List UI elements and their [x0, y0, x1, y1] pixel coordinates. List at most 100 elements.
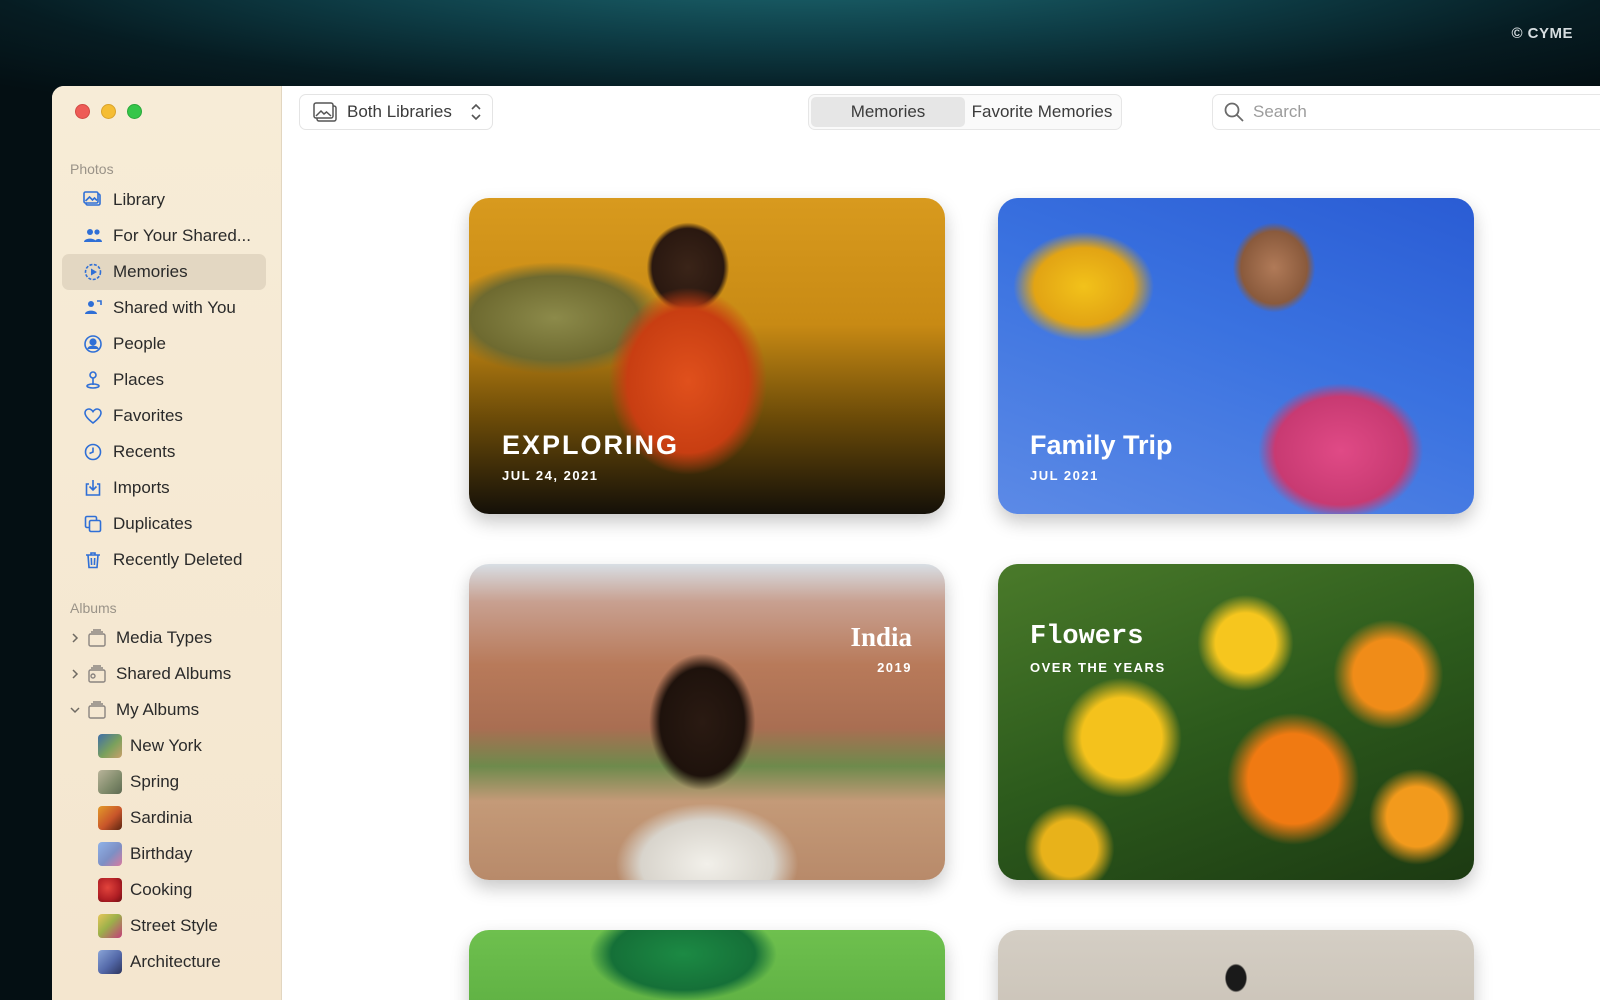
- album-item-birthday[interactable]: Birthday: [62, 836, 266, 872]
- album-label: Birthday: [130, 844, 193, 863]
- album-item-sardinia[interactable]: Sardinia: [62, 800, 266, 836]
- album-group-label: Media Types: [116, 628, 213, 647]
- library-icon: [82, 189, 104, 211]
- main-content: Both Libraries Memories Favorite Memorie…: [282, 86, 1600, 1000]
- sidebar-item-favorites[interactable]: Favorites: [62, 398, 266, 434]
- sidebar-item-label: Memories: [113, 262, 188, 281]
- sidebar-item-recents[interactable]: Recents: [62, 434, 266, 470]
- album-item-spring[interactable]: Spring: [62, 764, 266, 800]
- album-thumbnail: [98, 878, 122, 902]
- album-item-street-style[interactable]: Street Style: [62, 908, 266, 944]
- heart-icon: [82, 405, 104, 427]
- album-thumbnail: [98, 914, 122, 938]
- watermark: © CYME: [1511, 25, 1573, 42]
- search-input[interactable]: [1253, 102, 1553, 122]
- close-button[interactable]: [75, 104, 90, 119]
- sidebar-item-for-your-shared[interactable]: For Your Shared...: [62, 218, 266, 254]
- sidebar-item-label: Recently Deleted: [113, 550, 243, 569]
- shared-with-you-icon: [82, 297, 104, 319]
- album-item-architecture[interactable]: Architecture: [62, 944, 266, 980]
- photos-window: Photos Library For Your Shared... Memori…: [52, 86, 1600, 1000]
- album-label: New York: [130, 736, 202, 755]
- memory-card-family-trip[interactable]: Family Trip JUL 2021: [998, 198, 1474, 514]
- search-icon: [1224, 102, 1244, 122]
- sidebar-item-label: People: [113, 334, 166, 353]
- sidebar-item-label: Library: [113, 190, 165, 209]
- memory-title: EXPLORING: [502, 430, 680, 460]
- memory-subtitle: JUL 24, 2021: [502, 468, 599, 483]
- shared-album-icon: [86, 664, 108, 684]
- updown-chevron-icon: [471, 103, 481, 121]
- zoom-button[interactable]: [127, 104, 142, 119]
- album-thumbnail: [98, 770, 122, 794]
- shared-people-icon: [82, 225, 104, 247]
- memories-icon: [82, 261, 104, 283]
- sidebar-item-label: Favorites: [113, 406, 183, 425]
- pin-icon: [82, 369, 104, 391]
- albums-nav: Media Types Shared Albums My Albums New …: [62, 620, 266, 980]
- sidebar-item-memories[interactable]: Memories: [62, 254, 266, 290]
- memory-title: India: [850, 622, 912, 652]
- album-label: Cooking: [130, 880, 193, 899]
- sidebar-item-label: Recents: [113, 442, 176, 461]
- memory-card-partial-1[interactable]: [469, 930, 945, 1000]
- tab-memories[interactable]: Memories: [811, 97, 965, 127]
- library-picker[interactable]: Both Libraries: [299, 94, 493, 130]
- album-thumbnail: [98, 950, 122, 974]
- album-thumbnail: [98, 842, 122, 866]
- memory-card-partial-2[interactable]: [998, 930, 1474, 1000]
- album-group-shared-albums[interactable]: Shared Albums: [62, 656, 266, 692]
- sidebar-item-duplicates[interactable]: Duplicates: [62, 506, 266, 542]
- sidebar-item-recently-deleted[interactable]: Recently Deleted: [62, 542, 266, 578]
- person-icon: [82, 333, 104, 355]
- memory-subtitle: 2019: [877, 660, 912, 675]
- album-group-label: My Albums: [116, 700, 200, 719]
- photos-section-label: Photos: [70, 161, 114, 177]
- sidebar-item-label: Duplicates: [113, 514, 193, 533]
- sidebar-item-label: Places: [113, 370, 165, 389]
- photos-nav: Library For Your Shared... Memories Shar…: [62, 182, 266, 578]
- memory-title: Flowers: [1030, 622, 1144, 652]
- import-icon: [82, 477, 104, 499]
- album-item-new-york[interactable]: New York: [62, 728, 266, 764]
- album-group-my-albums[interactable]: My Albums: [62, 692, 266, 728]
- album-group-label: Shared Albums: [116, 664, 232, 683]
- album-stack-icon: [86, 628, 108, 648]
- album-stack-icon: [86, 700, 108, 720]
- sidebar-item-label: Shared with You: [113, 298, 236, 317]
- memory-card-exploring[interactable]: EXPLORING JUL 24, 2021: [469, 198, 945, 514]
- memories-segmented-control: Memories Favorite Memories: [808, 94, 1122, 130]
- memory-subtitle: OVER THE YEARS: [1030, 660, 1166, 675]
- memory-subtitle: JUL 2021: [1030, 468, 1099, 483]
- sidebar-item-label: For Your Shared...: [113, 226, 251, 245]
- album-thumbnail: [98, 734, 122, 758]
- library-picker-label: Both Libraries: [347, 102, 452, 121]
- chevron-down-icon[interactable]: [68, 705, 82, 715]
- sidebar-item-imports[interactable]: Imports: [62, 470, 266, 506]
- sidebar-item-label: Imports: [113, 478, 170, 497]
- library-picker-icon: [313, 102, 337, 122]
- sidebar-item-library[interactable]: Library: [62, 182, 266, 218]
- album-item-cooking[interactable]: Cooking: [62, 872, 266, 908]
- sidebar-item-shared-with-you[interactable]: Shared with You: [62, 290, 266, 326]
- tab-favorite-memories[interactable]: Favorite Memories: [965, 97, 1119, 127]
- chevron-right-icon[interactable]: [68, 633, 82, 643]
- memory-title: Family Trip: [1030, 430, 1173, 460]
- window-controls: [75, 104, 142, 119]
- album-label: Street Style: [130, 916, 218, 935]
- album-thumbnail: [98, 806, 122, 830]
- memory-card-india[interactable]: India 2019: [469, 564, 945, 880]
- memory-card-flowers[interactable]: Flowers OVER THE YEARS: [998, 564, 1474, 880]
- album-label: Spring: [130, 772, 180, 791]
- clock-icon: [82, 441, 104, 463]
- sidebar-item-places[interactable]: Places: [62, 362, 266, 398]
- duplicates-icon: [82, 513, 104, 535]
- sidebar: Photos Library For Your Shared... Memori…: [52, 86, 282, 1000]
- chevron-right-icon[interactable]: [68, 669, 82, 679]
- trash-icon: [82, 549, 104, 571]
- sidebar-item-people[interactable]: People: [62, 326, 266, 362]
- album-group-media-types[interactable]: Media Types: [62, 620, 266, 656]
- albums-section-label: Albums: [70, 600, 117, 616]
- search-field[interactable]: [1212, 94, 1600, 130]
- minimize-button[interactable]: [101, 104, 116, 119]
